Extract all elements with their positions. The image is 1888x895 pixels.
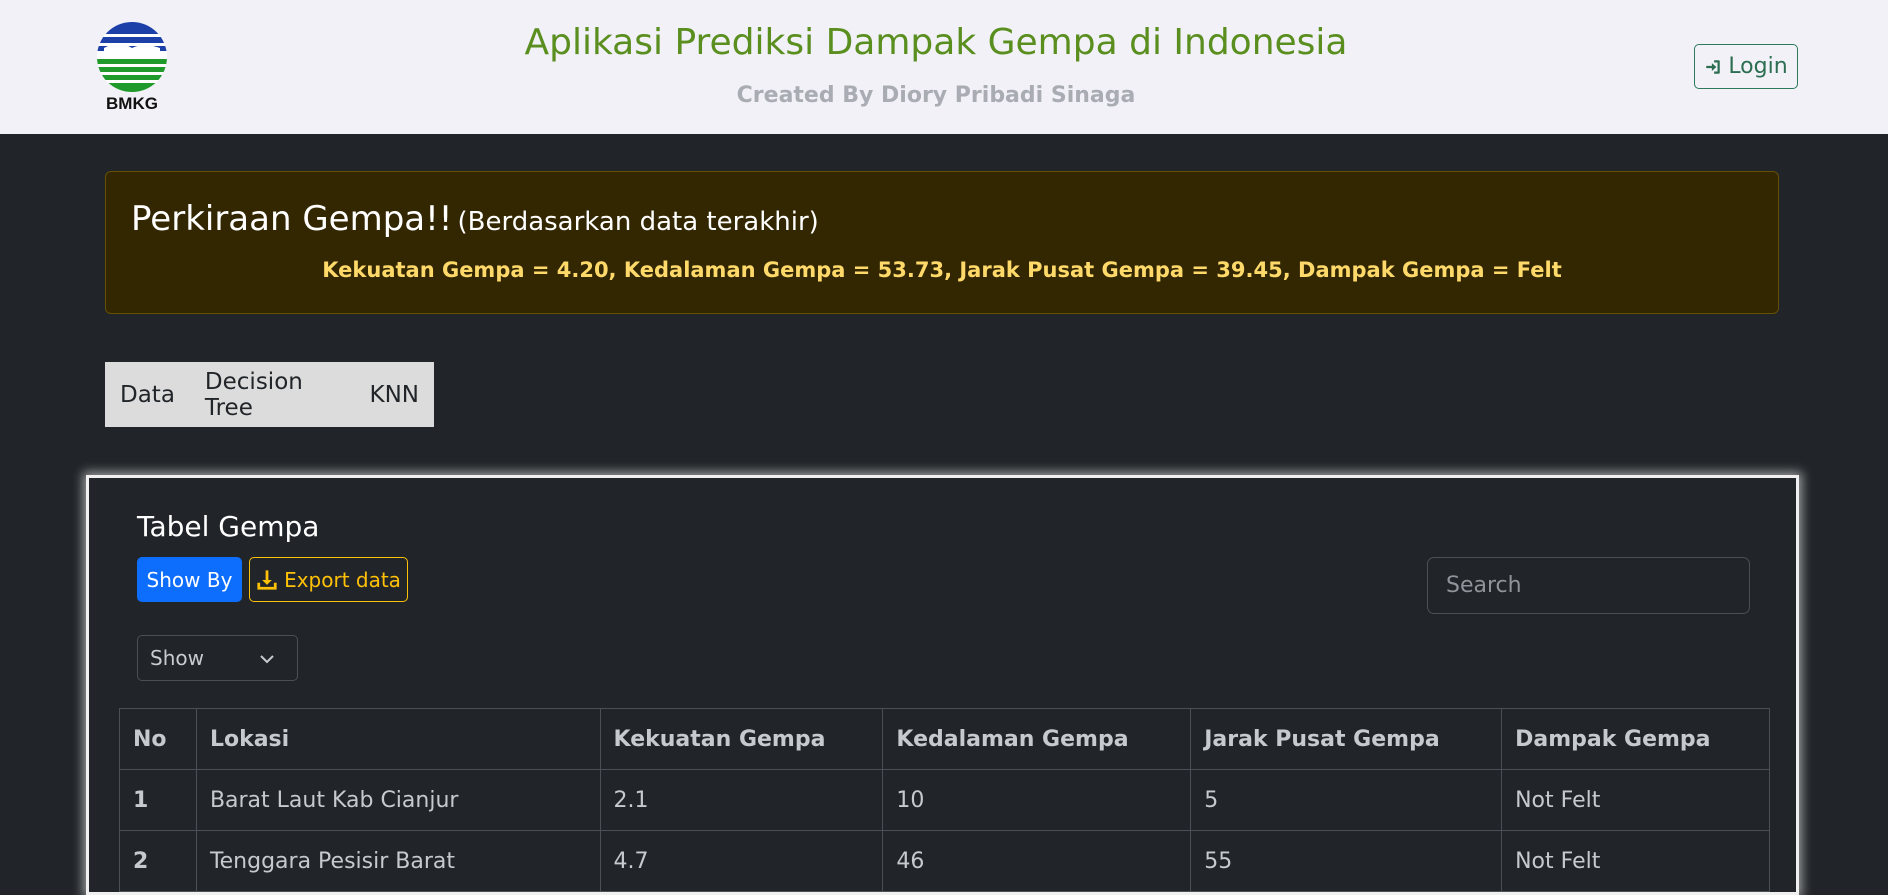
cell-lokasi: Tenggara Pesisir Barat <box>195 830 601 892</box>
app-subtitle: Created By Diory Pribadi Sinaga <box>736 83 1136 108</box>
export-data-button[interactable]: Export data <box>249 557 408 602</box>
prediction-alert: Perkiraan Gempa!! (Berdasarkan data tera… <box>105 171 1779 314</box>
table-row: 2 Tenggara Pesisir Barat 4.7 46 55 Not F… <box>119 830 1770 892</box>
chevron-down-icon <box>260 655 274 664</box>
header-jarak[interactable]: Jarak Pusat Gempa <box>1190 708 1503 770</box>
card-title: Tabel Gempa <box>137 510 320 543</box>
tab-knn[interactable]: KNN <box>355 382 435 408</box>
alert-heading: Perkiraan Gempa!! (Berdasarkan data tera… <box>131 199 819 239</box>
cell-lokasi: Barat Laut Kab Cianjur <box>195 769 601 831</box>
show-by-button[interactable]: Show By <box>137 557 242 602</box>
cell-jarak: 5 <box>1190 769 1503 831</box>
cell-kedalaman: 46 <box>882 830 1192 892</box>
cell-kekuatan: 2.1 <box>599 769 884 831</box>
header-kedalaman[interactable]: Kedalaman Gempa <box>882 708 1192 770</box>
download-icon <box>257 569 277 590</box>
alert-title: Perkiraan Gempa!! <box>131 199 453 239</box>
header-lokasi[interactable]: Lokasi <box>195 708 601 770</box>
sign-in-icon <box>1706 59 1721 74</box>
tab-data[interactable]: Data <box>105 382 190 408</box>
cell-jarak: 55 <box>1190 830 1503 892</box>
cell-kedalaman: 10 <box>882 769 1192 831</box>
select-value: Show <box>150 646 204 670</box>
table-header-row: No Lokasi Kekuatan Gempa Kedalaman Gempa… <box>119 708 1770 770</box>
cell-kekuatan: 4.7 <box>599 830 884 892</box>
cell-no: 1 <box>119 769 197 831</box>
header-no[interactable]: No <box>119 708 197 770</box>
search-input[interactable] <box>1427 557 1750 614</box>
app-header: BMKG Aplikasi Prediksi Dampak Gempa di I… <box>0 0 1888 134</box>
alert-prediction-text: Kekuatan Gempa = 4.20, Kedalaman Gempa =… <box>322 258 1562 282</box>
app-title: Aplikasi Prediksi Dampak Gempa di Indone… <box>524 22 1348 63</box>
cell-dampak: Not Felt <box>1501 769 1770 831</box>
alert-title-note: (Berdasarkan data terakhir) <box>457 207 819 237</box>
login-button[interactable]: Login <box>1694 44 1798 89</box>
header-kekuatan[interactable]: Kekuatan Gempa <box>599 708 884 770</box>
earthquake-table-card: Tabel Gempa Show By Export data Show No … <box>86 475 1799 895</box>
cell-no: 2 <box>119 830 197 892</box>
header-dampak[interactable]: Dampak Gempa <box>1501 708 1770 770</box>
cell-dampak: Not Felt <box>1501 830 1770 892</box>
show-select[interactable]: Show <box>137 635 298 681</box>
export-label: Export data <box>284 567 401 592</box>
login-label: Login <box>1728 54 1788 79</box>
earthquake-table: No Lokasi Kekuatan Gempa Kedalaman Gempa… <box>119 708 1770 892</box>
nav-tabs: Data Decision Tree KNN <box>105 362 434 427</box>
tab-decision-tree[interactable]: Decision Tree <box>190 369 355 421</box>
table-row: 1 Barat Laut Kab Cianjur 2.1 10 5 Not Fe… <box>119 769 1770 831</box>
